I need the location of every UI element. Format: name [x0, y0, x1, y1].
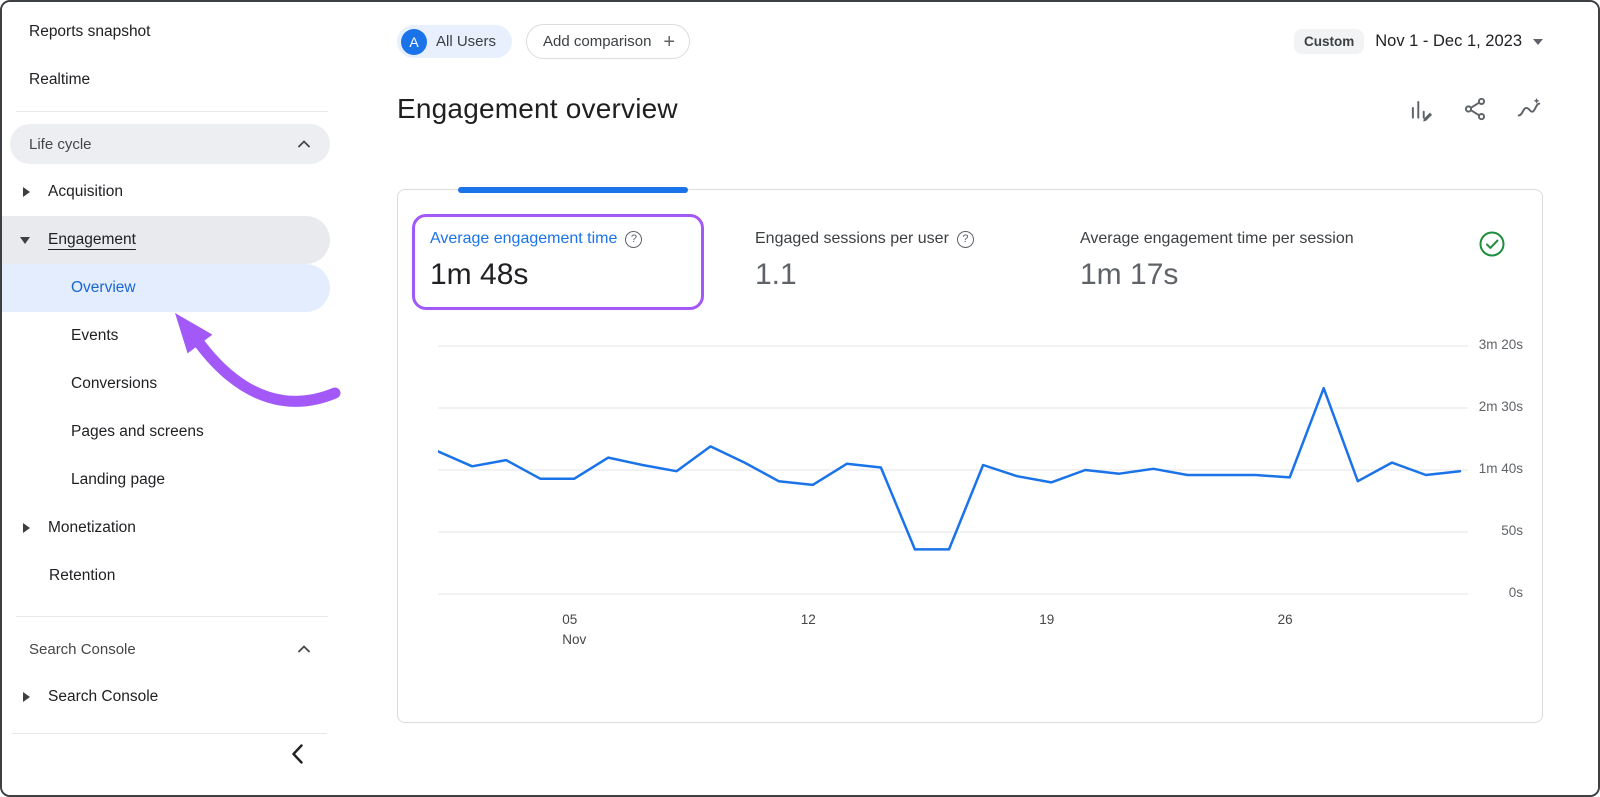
metric-label: Engaged sessions per user	[755, 230, 949, 248]
metric-carousel-indicator[interactable]	[458, 187, 688, 193]
engagement-overview-card: Average engagement time ? 1m 48s Engaged…	[397, 189, 1543, 723]
collapse-arrow-icon	[20, 237, 30, 244]
section-header-search-console[interactable]: Search Console	[10, 629, 330, 669]
sidebar-item-overview[interactable]: Overview	[2, 264, 330, 312]
segment-avatar: A	[401, 29, 427, 55]
sidebar-item-retention[interactable]: Retention	[2, 552, 330, 600]
sidebar-item-acquisition[interactable]: Acquisition	[2, 168, 330, 216]
reports-sidebar: Reports snapshot Realtime Life cycle Acq…	[2, 2, 342, 795]
engagement-time-chart: 0s 50s 1m 40s 2m 30s 3m 20s 05Nov 12 19 26	[438, 332, 1528, 672]
x-axis-label: 26	[1278, 610, 1293, 630]
sidebar-item-label: Landing page	[71, 471, 165, 489]
sidebar-item-label: Events	[71, 327, 118, 345]
metric-average-engagement-time[interactable]: Average engagement time ? 1m 48s	[430, 230, 755, 292]
section-header-life-cycle[interactable]: Life cycle	[10, 124, 330, 164]
custom-date-badge: Custom	[1294, 29, 1364, 54]
sidebar-item-label: Reports snapshot	[29, 23, 151, 41]
segment-chip-label: All Users	[436, 33, 496, 50]
sidebar-item-search-console[interactable]: Search Console	[2, 673, 330, 721]
expand-arrow-icon	[23, 187, 30, 197]
comparison-toolbar: A All Users Add comparison + Custom Nov …	[342, 2, 1598, 59]
chevron-up-icon	[298, 140, 310, 148]
add-comparison-button[interactable]: Add comparison +	[526, 24, 690, 59]
sidebar-item-reports-snapshot[interactable]: Reports snapshot	[2, 8, 330, 56]
chevron-up-icon	[298, 645, 310, 653]
engagement-time-line	[438, 388, 1460, 549]
metric-label: Average engagement time per session	[1080, 230, 1354, 248]
sidebar-item-events[interactable]: Events	[2, 312, 330, 360]
chevron-left-icon	[290, 743, 304, 765]
collapse-sidebar-button[interactable]	[283, 740, 311, 768]
expand-arrow-icon	[23, 692, 30, 702]
share-icon[interactable]	[1461, 95, 1489, 123]
ga4-engagement-overview-page: Reports snapshot Realtime Life cycle Acq…	[0, 0, 1600, 797]
sidebar-item-monetization[interactable]: Monetization	[2, 504, 330, 552]
plus-icon: +	[663, 32, 675, 52]
sidebar-item-label: Search Console	[48, 688, 158, 706]
customize-report-icon[interactable]	[1407, 95, 1435, 123]
x-axis-label: 19	[1039, 610, 1054, 630]
sidebar-item-label: Acquisition	[48, 183, 123, 201]
add-comparison-label: Add comparison	[543, 33, 651, 50]
sidebar-item-label: Pages and screens	[71, 423, 204, 441]
metric-engaged-sessions-per-user[interactable]: Engaged sessions per user ? 1.1	[755, 230, 1080, 292]
sidebar-item-label: Monetization	[48, 519, 136, 537]
sidebar-item-conversions[interactable]: Conversions	[2, 360, 330, 408]
sidebar-item-label: Engagement	[48, 231, 136, 249]
metric-value: 1m 48s	[430, 258, 755, 292]
sidebar-item-label: Conversions	[71, 375, 157, 393]
help-icon[interactable]: ?	[625, 231, 642, 248]
sidebar-item-label: Retention	[49, 567, 115, 585]
page-title: Engagement overview	[397, 93, 678, 125]
date-range-picker[interactable]: Custom Nov 1 - Dec 1, 2023	[1294, 29, 1543, 54]
x-axis-label: 05Nov	[562, 610, 586, 649]
date-range-label: Nov 1 - Dec 1, 2023	[1375, 32, 1522, 51]
y-axis-label: 50s	[1470, 523, 1523, 538]
section-label: Search Console	[29, 641, 136, 658]
insights-icon[interactable]	[1515, 95, 1543, 123]
y-axis-label: 1m 40s	[1470, 461, 1523, 476]
title-row: Engagement overview	[342, 59, 1598, 125]
sidebar-item-label: Overview	[71, 279, 136, 297]
metric-avg-engagement-time-per-session[interactable]: Average engagement time per session 1m 1…	[1080, 230, 1405, 292]
sidebar-item-engagement[interactable]: Engagement	[2, 216, 330, 264]
dropdown-caret-icon	[1533, 39, 1543, 45]
x-axis: 05Nov 12 19 26	[438, 610, 1468, 650]
metric-value: 1m 17s	[1080, 258, 1405, 292]
sidebar-item-realtime[interactable]: Realtime	[2, 56, 330, 104]
report-main-area: A All Users Add comparison + Custom Nov …	[342, 2, 1598, 795]
sidebar-item-landing-page[interactable]: Landing page	[2, 456, 330, 504]
sidebar-item-pages-and-screens[interactable]: Pages and screens	[2, 408, 330, 456]
help-icon[interactable]: ?	[957, 231, 974, 248]
sidebar-item-label: Realtime	[29, 71, 90, 89]
sidebar-divider	[16, 616, 328, 617]
report-actions	[1407, 95, 1543, 123]
y-axis-label: 2m 30s	[1470, 399, 1523, 414]
metric-value: 1.1	[755, 258, 1080, 292]
sidebar-divider	[12, 733, 327, 734]
x-axis-label: 12	[801, 610, 816, 630]
section-label: Life cycle	[29, 136, 92, 153]
all-users-segment-chip[interactable]: A All Users	[397, 25, 512, 58]
y-axis-label: 0s	[1470, 585, 1523, 600]
chart-plot-area[interactable]	[438, 332, 1468, 622]
data-quality-check-icon[interactable]	[1478, 230, 1506, 263]
sidebar-divider	[16, 111, 328, 112]
metric-label: Average engagement time	[430, 230, 617, 248]
y-axis-label: 3m 20s	[1470, 337, 1523, 352]
metrics-row: Average engagement time ? 1m 48s Engaged…	[398, 190, 1542, 292]
expand-arrow-icon	[23, 523, 30, 533]
